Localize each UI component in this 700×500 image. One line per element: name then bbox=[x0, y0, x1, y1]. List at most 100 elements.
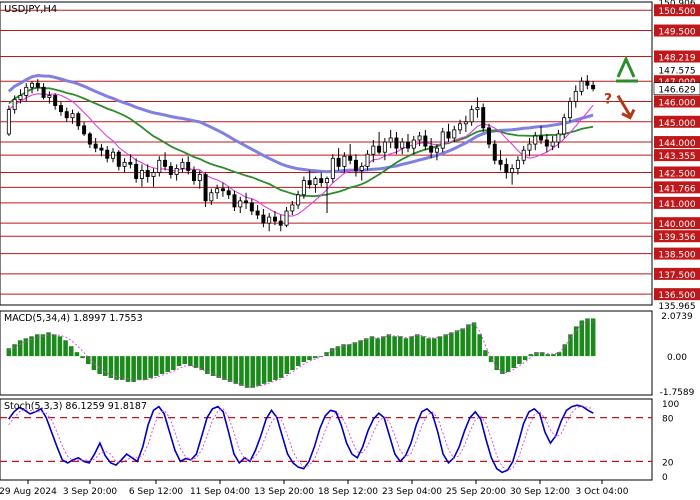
candle-body bbox=[319, 178, 324, 184]
macd-bar bbox=[352, 342, 358, 357]
candle-body bbox=[411, 139, 416, 149]
candle-body bbox=[58, 105, 63, 113]
macd-bar bbox=[375, 338, 380, 357]
candle-body bbox=[145, 170, 150, 177]
macd-bar bbox=[488, 356, 494, 363]
level-price-label: 140.000 bbox=[658, 220, 695, 230]
level-price-label: 145.000 bbox=[658, 119, 695, 129]
macd-bar bbox=[256, 356, 261, 386]
candle-body bbox=[365, 153, 370, 167]
level-price-label: 148.219 bbox=[658, 53, 695, 63]
macd-bar bbox=[74, 352, 80, 357]
macd-bar bbox=[505, 356, 511, 372]
candle-body bbox=[440, 131, 445, 149]
macd-bar bbox=[239, 356, 244, 386]
candle-body bbox=[24, 86, 29, 96]
macd-title: MACD(5,34,4) 1.8997 1.7553 bbox=[4, 313, 143, 324]
candle-body bbox=[325, 178, 330, 184]
question-mark-label: ? bbox=[604, 92, 612, 108]
candle-body bbox=[272, 216, 277, 222]
macd-panel: 2.0739 0.00 -1.7589 bbox=[0, 310, 695, 398]
candle-body bbox=[296, 194, 301, 206]
candle-body bbox=[481, 107, 486, 129]
candle-body bbox=[429, 145, 434, 153]
macd-bar bbox=[290, 356, 295, 371]
macd-bar bbox=[295, 356, 301, 367]
candle-body bbox=[579, 80, 584, 92]
candle-body bbox=[336, 157, 341, 167]
macd-bar bbox=[449, 332, 454, 357]
candle-body bbox=[197, 174, 202, 181]
candle-body bbox=[249, 202, 254, 212]
candle-body bbox=[226, 190, 231, 196]
macd-bar bbox=[227, 356, 233, 382]
macd-bar bbox=[216, 356, 222, 378]
macd-bar bbox=[57, 336, 63, 357]
candle-body bbox=[12, 99, 17, 111]
macd-bar bbox=[244, 356, 250, 388]
candle-body bbox=[215, 188, 220, 194]
level-price-label: 141.000 bbox=[658, 200, 695, 210]
macd-bar bbox=[267, 356, 273, 382]
time-tick-label: 29 Aug 2024 bbox=[0, 487, 57, 497]
macd-bar bbox=[80, 356, 85, 359]
macd-bar bbox=[108, 356, 114, 378]
level-price-label: 137.500 bbox=[658, 271, 695, 281]
candle-body bbox=[475, 107, 480, 111]
candle-body bbox=[307, 180, 312, 186]
stochastic-tick-label: 100 bbox=[662, 400, 679, 410]
time-tick-label: 23 Sep 04:00 bbox=[382, 487, 442, 497]
candle-body bbox=[330, 157, 335, 179]
macd-bar bbox=[148, 356, 153, 378]
macd-bar bbox=[154, 356, 159, 376]
macd-tick-label: 0.00 bbox=[667, 353, 687, 363]
candle-body bbox=[353, 159, 358, 171]
candle-body bbox=[371, 145, 376, 155]
candle-body bbox=[111, 151, 116, 159]
candle-body bbox=[238, 200, 243, 208]
candle-body bbox=[458, 123, 463, 131]
candle-body bbox=[163, 159, 168, 167]
macd-bar bbox=[420, 336, 426, 357]
candle-body bbox=[35, 82, 40, 88]
candle-body bbox=[284, 210, 289, 226]
candle-body bbox=[93, 143, 98, 149]
candle-body bbox=[313, 178, 318, 186]
time-tick-label: 18 Sep 12:00 bbox=[318, 487, 378, 497]
candle-body bbox=[122, 161, 127, 167]
candle-body bbox=[567, 101, 572, 119]
candle-body bbox=[550, 141, 555, 147]
macd-bar bbox=[522, 356, 528, 361]
level-price-label: 138.500 bbox=[658, 251, 695, 261]
level-price-label: 139.356 bbox=[658, 233, 695, 243]
candle-body bbox=[6, 109, 11, 135]
candle-body bbox=[492, 143, 497, 161]
candle-body bbox=[87, 133, 92, 145]
macd-bar bbox=[165, 356, 170, 372]
candle-body bbox=[342, 155, 347, 167]
macd-bar bbox=[103, 356, 108, 376]
macd-bar bbox=[369, 336, 375, 357]
time-tick-label: 3 Sep 20:00 bbox=[63, 487, 118, 497]
candle-body bbox=[423, 135, 428, 147]
candle-body bbox=[70, 113, 75, 119]
candle-body bbox=[18, 95, 23, 100]
candle-body bbox=[278, 220, 283, 226]
candle-body bbox=[99, 147, 104, 151]
price-tick-label: 135.965 bbox=[658, 302, 695, 312]
macd-bar bbox=[301, 356, 307, 363]
moving-average-line bbox=[7, 73, 594, 174]
macd-bar bbox=[517, 356, 522, 365]
price-panel: 150.906150.500149.500148.219147.575147.0… bbox=[0, 0, 700, 312]
macd-bar bbox=[137, 356, 142, 380]
candle-body bbox=[134, 163, 139, 179]
candle-body bbox=[394, 137, 399, 149]
macd-bar bbox=[403, 338, 409, 357]
macd-bar bbox=[380, 336, 386, 357]
candle-body bbox=[544, 139, 549, 147]
macd-tick-label: -1.7589 bbox=[660, 388, 695, 398]
candle-body bbox=[174, 168, 179, 175]
macd-bar bbox=[40, 334, 46, 357]
macd-bar bbox=[193, 356, 199, 369]
macd-bar bbox=[471, 322, 477, 357]
